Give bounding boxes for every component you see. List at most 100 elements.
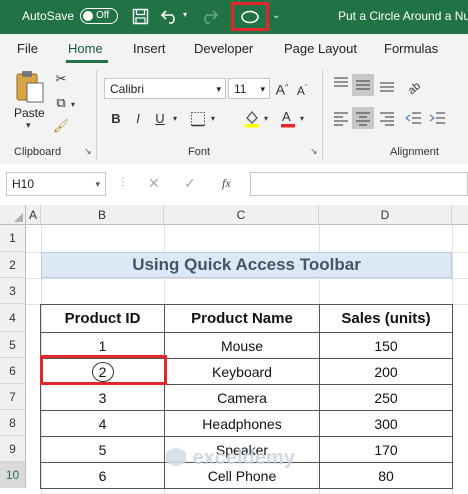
fill-color-icon[interactable] [243,108,261,128]
underline-dropdown-icon[interactable]: ▾ [170,110,180,128]
paste-label[interactable]: Paste [14,106,45,120]
insert-function-icon[interactable]: fx [222,176,231,191]
copy-dropdown-icon[interactable]: ▾ [68,96,78,114]
cell-sales[interactable]: 300 [319,410,453,437]
cell-sales[interactable]: 150 [319,332,453,359]
cell-product-name[interactable]: Mouse [164,332,320,359]
toggle-knob [83,11,93,21]
save-icon[interactable] [132,8,149,25]
cell-product-name[interactable]: Camera [164,384,320,411]
tab-developer[interactable]: Developer [194,41,253,56]
column-header-d[interactable]: D [319,205,452,225]
borders-icon[interactable] [190,111,206,127]
row-header-9[interactable]: 9 [0,436,26,462]
font-size-box[interactable]: 11 ▾ [228,78,270,99]
row-header-2[interactable]: 2 [0,252,26,278]
tab-home[interactable]: Home [68,41,103,56]
paste-icon[interactable] [14,70,46,104]
svg-text:ab: ab [406,80,423,95]
top-align-icon[interactable] [332,76,350,92]
tab-insert[interactable]: Insert [133,41,166,56]
underline-button[interactable]: U [152,110,168,128]
font-color-icon[interactable]: A [279,108,297,128]
clipboard-launcher-icon[interactable]: ↘ [84,146,92,157]
cell-sales[interactable]: 200 [319,358,453,385]
font-color-dropdown-icon[interactable]: ▾ [297,110,307,128]
cell-product-name[interactable]: Headphones [164,410,320,437]
italic-button[interactable]: I [130,110,146,128]
clipboard-group-label: Clipboard [14,146,62,158]
font-name-dropdown-icon[interactable]: ▾ [216,79,221,99]
redo-icon[interactable] [199,7,219,25]
bold-button[interactable]: B [108,110,124,128]
row-header-6[interactable]: 6 [0,358,26,384]
tab-file[interactable]: File [17,41,38,56]
font-size-dropdown-icon[interactable]: ▾ [260,79,265,99]
table-row: 3 Camera 250 [40,384,453,411]
cell-product-name[interactable]: Keyboard [164,358,320,385]
autosave-toggle[interactable]: Off [80,8,118,24]
document-title: Put a Circle Around a Nu [338,9,468,23]
column-header-a[interactable]: A [26,205,41,225]
column-header-e[interactable] [452,205,468,225]
align-left-icon[interactable] [332,110,350,126]
sheet-banner-title[interactable]: Using Quick Access Toolbar [41,252,452,278]
increase-indent-icon[interactable] [428,110,446,126]
cell-product-id[interactable]: 6 [40,462,165,489]
watermark-text: exceldemy [192,447,295,469]
undo-icon[interactable] [160,7,180,25]
font-name-box[interactable]: Calibri ▾ [104,78,226,99]
title-bar: AutoSave Off ▾ ⌄ Put a Circle Around a N… [0,0,468,34]
quick-access-highlight [231,2,269,31]
font-launcher-icon[interactable]: ↘ [310,146,318,157]
decrease-font-icon[interactable]: Aˇ [293,80,311,100]
tab-page-layout[interactable]: Page Layout [284,41,357,56]
middle-align-icon[interactable] [354,77,372,93]
decrease-indent-icon[interactable] [404,110,422,126]
row-header-4[interactable]: 4 [0,304,26,332]
format-painter-icon[interactable]: 🖌 [52,117,70,135]
cancel-entry-icon[interactable]: ✕ [148,175,160,192]
orientation-icon[interactable]: ab [404,75,424,95]
header-product-id[interactable]: Product ID [40,304,165,333]
row-header-3[interactable]: 3 [0,278,26,304]
customize-qat-icon[interactable]: ⌄ [272,10,280,21]
fill-color-dropdown-icon[interactable]: ▾ [261,110,271,128]
table-header-row: Product ID Product Name Sales (units) [40,304,453,333]
select-all-corner[interactable] [0,205,26,225]
name-box[interactable]: H10 ▾ [6,172,106,196]
cut-icon[interactable]: ✂ [52,70,70,88]
row-header-8[interactable]: 8 [0,410,26,436]
borders-dropdown-icon[interactable]: ▾ [208,110,218,128]
cell-sales[interactable]: 80 [319,462,453,489]
cell-product-id[interactable]: 3 [40,384,165,411]
name-box-dropdown-icon[interactable]: ▾ [95,173,100,195]
row-header-1[interactable]: 1 [0,225,26,252]
formula-bar-handle-icon[interactable]: ⋮ [118,177,128,188]
header-sales[interactable]: Sales (units) [319,304,453,333]
font-group-label: Font [188,146,211,158]
font-size-value: 11 [234,82,247,96]
undo-dropdown-icon[interactable]: ▾ [183,10,187,19]
cell-sales[interactable]: 170 [319,436,453,463]
watermark-logo-icon [166,447,186,467]
column-header-c[interactable]: C [164,205,319,225]
column-header-b[interactable]: B [41,205,164,225]
svg-text:A: A [282,109,291,124]
align-right-icon[interactable] [378,110,396,126]
increase-font-icon[interactable]: A^ [273,79,291,99]
cell-sales[interactable]: 250 [319,384,453,411]
row-header-5[interactable]: 5 [0,332,26,358]
tab-formulas[interactable]: Formulas [384,41,438,56]
paste-dropdown-icon[interactable]: ▾ [26,120,31,131]
header-product-name[interactable]: Product Name [164,304,320,333]
cell-product-id[interactable]: 4 [40,410,165,437]
formula-input[interactable] [250,172,468,196]
row-header-7[interactable]: 7 [0,384,26,410]
confirm-entry-icon[interactable]: ✓ [184,175,196,192]
bottom-align-icon[interactable] [378,77,396,93]
autosave-state: Off [96,10,110,21]
align-center-icon[interactable] [354,110,372,126]
row-header-10[interactable]: 10 [0,462,26,488]
cell-product-id[interactable]: 5 [40,436,165,463]
